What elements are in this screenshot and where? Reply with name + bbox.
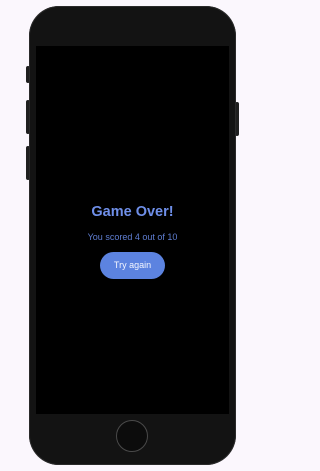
page: Game Over! You scored 4 out of 10 Try ag… (0, 0, 265, 471)
home-button[interactable] (116, 420, 148, 452)
game-over-title: Game Over! (91, 204, 174, 220)
try-again-button[interactable]: Try again (100, 252, 165, 279)
score-text: You scored 4 out of 10 (87, 232, 178, 242)
